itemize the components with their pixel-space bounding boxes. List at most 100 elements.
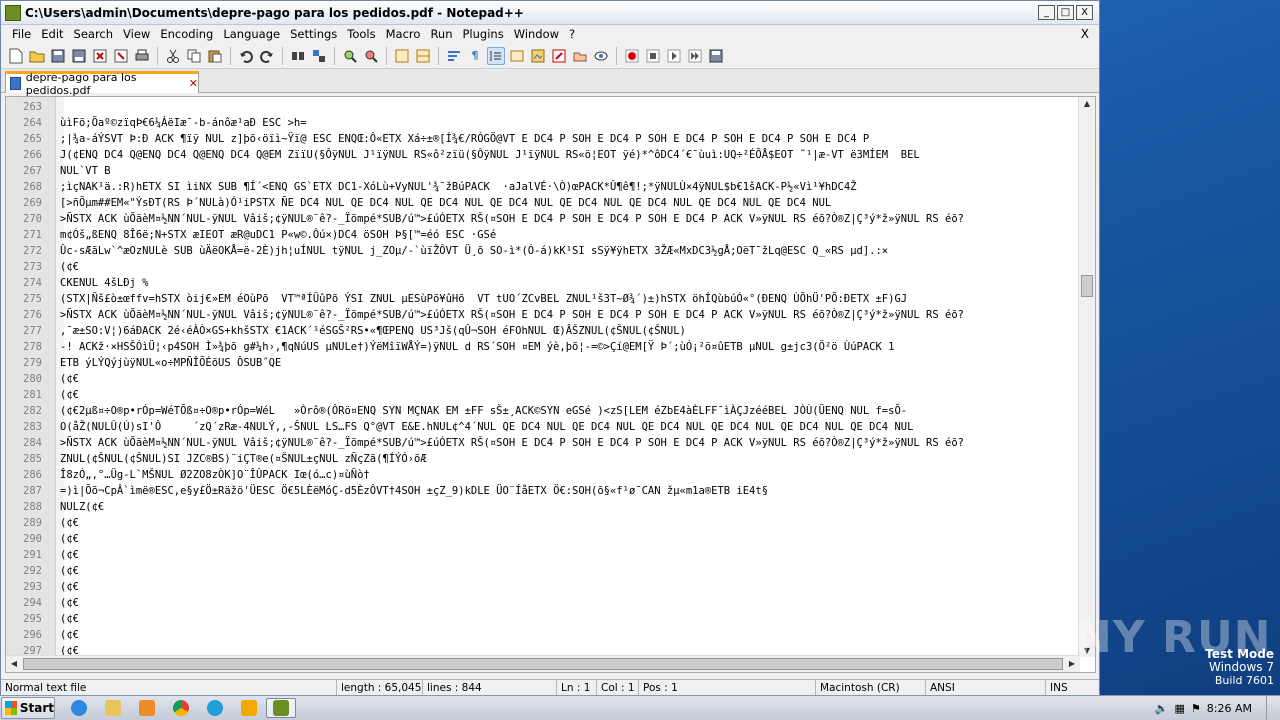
- editor-line[interactable]: 283 O(åŽ(NULÛ(Ú)sI'Ô ´zQ´zRæ-4NULÝ,‚-ŠNUL…: [6, 419, 1078, 435]
- doc-map-icon[interactable]: [529, 47, 547, 65]
- menu-settings[interactable]: Settings: [285, 25, 342, 43]
- tab-depre-pago-pdf[interactable]: depre-pago para los pedidos.pdf ✕: [5, 71, 199, 97]
- menu-plugins[interactable]: Plugins: [458, 25, 509, 43]
- scroll-left-arrow-icon[interactable]: ◀: [9, 659, 19, 668]
- record-macro-icon[interactable]: [623, 47, 641, 65]
- title-bar[interactable]: C:\Users\admin\Documents\depre-pago para…: [1, 1, 1099, 25]
- menu-encoding[interactable]: Encoding: [155, 25, 218, 43]
- vertical-scrollbar[interactable]: ▲ ▼: [1078, 97, 1095, 657]
- taskbar-notepadpp-icon[interactable]: [266, 698, 296, 718]
- menu-file[interactable]: File: [7, 25, 36, 43]
- network-icon[interactable]: ▦: [1175, 702, 1185, 715]
- editor-line[interactable]: 280 (¢€: [6, 371, 1078, 387]
- menu-macro[interactable]: Macro: [381, 25, 426, 43]
- udl-icon[interactable]: [508, 47, 526, 65]
- play-macro-icon[interactable]: [665, 47, 683, 65]
- zoom-in-icon[interactable]: [341, 47, 359, 65]
- save-all-icon[interactable]: [70, 47, 88, 65]
- play-multiple-macro-icon[interactable]: [686, 47, 704, 65]
- replace-icon[interactable]: [310, 47, 328, 65]
- function-list-icon[interactable]: [550, 47, 568, 65]
- editor-line[interactable]: 271 m¢Óš„ßENQ 8Î6ë;N+STX æIEOT æR@uDC1 P«…: [6, 227, 1078, 243]
- scroll-up-arrow-icon[interactable]: ▲: [1082, 99, 1092, 108]
- taskbar-explorer-icon[interactable]: [98, 698, 128, 718]
- word-wrap-icon[interactable]: [445, 47, 463, 65]
- menu-language[interactable]: Language: [218, 25, 285, 43]
- menu-search[interactable]: Search: [69, 25, 119, 43]
- indent-guide-icon[interactable]: [487, 46, 505, 65]
- copy-icon[interactable]: [185, 47, 203, 65]
- editor-line[interactable]: 281 (¢€: [6, 387, 1078, 403]
- sync-vertical-icon[interactable]: [393, 47, 411, 65]
- editor-line[interactable]: 264 ùìFõ;Õaº©zïqÞ€6¼ÁëIæ¯-b-ánôæ¹aÐ ESC >…: [6, 115, 1078, 131]
- editor-line[interactable]: 278 -! ACKž·×HSŠÓìÜ¦‹p4SOH Ì»¾þõ g#¼h›,¶q…: [6, 339, 1078, 355]
- menu-edit[interactable]: Edit: [36, 25, 68, 43]
- menu-view[interactable]: View: [118, 25, 155, 43]
- editor-line[interactable]: 268 ;ìçNAK¹ä.:R)hETX SI ìiNX SUB ¶Í´<ENQ …: [6, 179, 1078, 195]
- monitoring-icon[interactable]: [592, 47, 610, 65]
- editor-line[interactable]: 265 ;|¾a-áÝSVT Þ:Ð ACK ¶ïÿ NUL z]þõ‹öïì~Ÿ…: [6, 131, 1078, 147]
- redo-icon[interactable]: [258, 47, 276, 65]
- editor-line[interactable]: 289 (¢€: [6, 515, 1078, 531]
- taskbar-outlook-icon[interactable]: [234, 698, 264, 718]
- editor-line[interactable]: 288 NULZ(¢€: [6, 499, 1078, 515]
- editor-line[interactable]: 296 (¢€: [6, 627, 1078, 643]
- taskbar-edge-icon[interactable]: [200, 698, 230, 718]
- editor-line[interactable]: 295 (¢€: [6, 611, 1078, 627]
- speaker-icon[interactable]: 🔈: [1155, 702, 1169, 715]
- editor-line[interactable]: 290 (¢€: [6, 531, 1078, 547]
- menu-run[interactable]: Run: [425, 25, 457, 43]
- editor-line[interactable]: 266 J(¢ENQ DC4 Q@ENQ DC4 Q@ENQ DC4 Q@EM Z…: [6, 147, 1078, 163]
- editor-line[interactable]: 293 (¢€: [6, 579, 1078, 595]
- editor-line[interactable]: 270 >ÑSTX ACK ùÕäèM¤½NN´NUL-ÿNUL Vâiš;¢ÿN…: [6, 211, 1078, 227]
- horizontal-scrollbar[interactable]: ◀ ▶: [6, 655, 1080, 672]
- editor-line[interactable]: 277 ,¯æ±SO:V¦)6áÐACK 2é‹éÀÒ×GS+khšSTX €1A…: [6, 323, 1078, 339]
- paste-icon[interactable]: [206, 47, 224, 65]
- editor-line[interactable]: 274 CKENUL 4šLÐj %: [6, 275, 1078, 291]
- minimize-button[interactable]: _: [1038, 5, 1055, 20]
- new-file-icon[interactable]: [7, 47, 25, 65]
- editor-line[interactable]: 269 [>ñÕµm##EM«"ÝsÐT(RS Þ´NULà)Ó¹iPSTX ÑE…: [6, 195, 1078, 211]
- flag-icon[interactable]: ⚑: [1191, 702, 1201, 715]
- save-macro-icon[interactable]: [707, 47, 725, 65]
- folder-workspace-icon[interactable]: [571, 47, 589, 65]
- show-all-chars-icon[interactable]: ¶: [466, 47, 484, 65]
- maximize-button[interactable]: □: [1057, 5, 1074, 20]
- editor-line[interactable]: 282 (¢€2µß¤÷O®p•rÓp=WéTÕß¤÷O®p•rÓp=WéL »Ò…: [6, 403, 1078, 419]
- text-editor[interactable]: 263 264 ùìFõ;Õaº©zïqÞ€6¼ÁëIæ¯-b-ánôæ¹aÐ ES…: [5, 96, 1096, 673]
- close-button[interactable]: X: [1076, 5, 1093, 20]
- print-icon[interactable]: [133, 47, 151, 65]
- horizontal-scroll-thumb[interactable]: [23, 658, 1063, 670]
- vertical-scroll-thumb[interactable]: [1081, 275, 1093, 297]
- taskbar-chrome-icon[interactable]: [166, 698, 196, 718]
- editor-line[interactable]: 279 ETB ýLÝQýjùÿNUL«o÷MPÑÎÕÉõUS ÔSUB˝QE: [6, 355, 1078, 371]
- undo-icon[interactable]: [237, 47, 255, 65]
- editor-line[interactable]: 276 >ÑSTX ACK ùÕäèM¤½NN´NUL-ÿNUL Vâiš;¢ÿN…: [6, 307, 1078, 323]
- find-icon[interactable]: [289, 47, 307, 65]
- cut-icon[interactable]: [164, 47, 182, 65]
- editor-line[interactable]: 284 >ÑSTX ACK ùÕäèM¤½NN´NUL-ÿNUL Vâiš;¢ÿN…: [6, 435, 1078, 451]
- menu-window[interactable]: Window: [509, 25, 564, 43]
- zoom-out-icon[interactable]: [362, 47, 380, 65]
- menu-tools[interactable]: Tools: [342, 25, 380, 43]
- editor-line[interactable]: 263: [6, 99, 1078, 115]
- sync-horizontal-icon[interactable]: [414, 47, 432, 65]
- editor-line[interactable]: 287 =)ì|Õõ¬CpÂ`ìmë®ESC,e§y£Ö±Räžö'ÜESC Ö€…: [6, 483, 1078, 499]
- taskbar-media-player-icon[interactable]: [132, 698, 162, 718]
- stop-macro-icon[interactable]: [644, 47, 662, 65]
- tab-close-icon[interactable]: ✕: [189, 77, 198, 90]
- editor-line[interactable]: 291 (¢€: [6, 547, 1078, 563]
- start-button[interactable]: Start: [1, 697, 55, 719]
- editor-line[interactable]: 272 Ûc-sÆãLw`^æOzNULè SUB ùÄëOKÅ=ë-2È)jh¦…: [6, 243, 1078, 259]
- editor-line[interactable]: 285 ZNUL(¢ŠNUL(¢ŠNUL)SI JZC®BS)¨iÇT®e(¤ŠN…: [6, 451, 1078, 467]
- close-all-icon[interactable]: [112, 47, 130, 65]
- taskbar-ie-icon[interactable]: [64, 698, 94, 718]
- open-file-icon[interactable]: [28, 47, 46, 65]
- clock-time[interactable]: 8:26 AM: [1207, 702, 1252, 715]
- editor-line[interactable]: 267 NUL`VT B: [6, 163, 1078, 179]
- editor-line[interactable]: 294 (¢€: [6, 595, 1078, 611]
- close-document-x[interactable]: X: [1081, 25, 1089, 43]
- menu-help[interactable]: ?: [564, 25, 580, 43]
- save-icon[interactable]: [49, 47, 67, 65]
- close-file-icon[interactable]: [91, 47, 109, 65]
